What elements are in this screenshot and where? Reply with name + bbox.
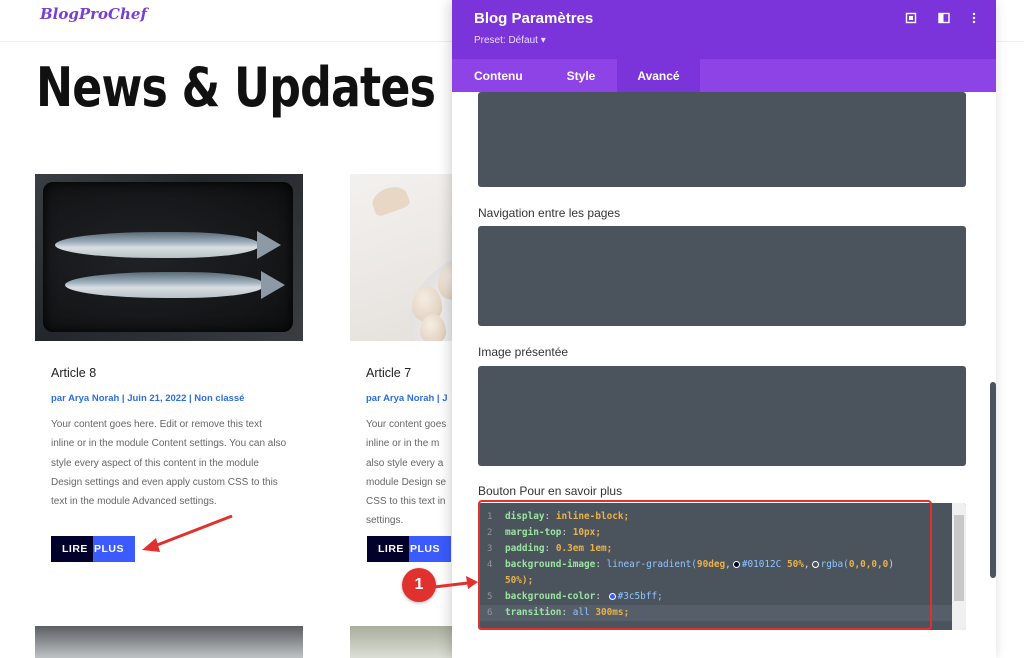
css-value: #01012C [741, 559, 782, 570]
read-more-button[interactable]: LIRE PLUS [367, 536, 451, 562]
field-label: Navigation entre les pages [478, 206, 621, 220]
css-value: 50%); [505, 575, 534, 586]
code-line-active: 6 transition: all 300ms; [478, 605, 956, 621]
css-value: 50% [786, 559, 804, 570]
css-property: background-image [505, 559, 596, 570]
css-function: linear-gradient( [606, 559, 697, 570]
css-property: display [505, 511, 545, 522]
line-number: 2 [487, 528, 493, 538]
css-property: padding [505, 543, 545, 554]
article-card: Article 8 par Arya Norah | Juin 21, 2022… [35, 174, 303, 511]
tab-avance[interactable]: Avancé [617, 59, 700, 92]
image-css-field[interactable] [478, 366, 966, 466]
article-excerpt: Your content goes inline or in the m als… [366, 419, 447, 527]
annotation-arrow-icon [433, 576, 478, 589]
read-more-right: PLUS [409, 536, 451, 562]
panel-content: Navigation entre les pages Image présent… [452, 92, 996, 658]
color-swatch-icon[interactable] [811, 561, 819, 568]
css-punct: ) [888, 559, 894, 570]
page: BlogProChef News & Updates Article 8 par… [0, 0, 1024, 658]
color-swatch-icon[interactable] [732, 561, 740, 568]
article-image[interactable] [35, 626, 303, 658]
color-swatch-icon[interactable] [608, 593, 616, 600]
fish-tail-shape [261, 271, 285, 299]
css-value: #3c5bff; [617, 591, 663, 602]
panel-scrollbar[interactable] [990, 92, 996, 658]
line-number: 4 [487, 560, 493, 570]
css-property: background-color [505, 591, 596, 602]
page-title: News & Updates [36, 56, 436, 119]
fish-shape [65, 272, 265, 298]
read-more-left: LIRE [51, 536, 93, 562]
fullscreen-icon[interactable] [903, 12, 919, 28]
split-view-icon[interactable] [936, 12, 952, 28]
tab-style[interactable]: Style [545, 59, 618, 92]
line-number: 1 [487, 512, 493, 522]
fish-tail-shape [257, 231, 281, 259]
code-scroll-thumb[interactable] [954, 515, 964, 601]
annotation-arrow-icon [142, 514, 233, 552]
article-excerpt: Your content goes here. Edit or remove t… [51, 419, 287, 508]
panel-scroll-thumb[interactable] [990, 382, 996, 578]
panel-tabs: Contenu Style Avancé [452, 59, 996, 92]
css-function: rgba( [820, 559, 849, 570]
eggshell-shape [368, 182, 412, 218]
site-logo[interactable]: BlogProChef [40, 5, 147, 23]
css-keyword: all [572, 607, 590, 618]
css-value: 0,0,0,0 [848, 559, 889, 570]
settings-panel: Blog Paramètres Preset: Défaut ▾ Contenu… [452, 0, 996, 658]
css-value: 90deg [696, 559, 726, 570]
read-more-button[interactable]: LIRE PLUS [51, 536, 135, 562]
css-value: inline-block; [555, 511, 630, 522]
read-more-right: PLUS [93, 536, 135, 562]
article-meta[interactable]: par Arya Norah | Juin 21, 2022 | Non cla… [51, 393, 287, 404]
line-number: 3 [487, 544, 493, 554]
button-css-editor[interactable]: 1 display: inline-block; 2 margin-top: 1… [478, 503, 966, 630]
css-property: margin-top [505, 527, 562, 538]
css-property: transition [505, 607, 562, 618]
navigation-css-field[interactable] [478, 226, 966, 326]
line-number: 5 [487, 592, 493, 602]
preset-dropdown[interactable]: Preset: Défaut ▾ [474, 35, 546, 46]
code-scrollbar[interactable] [952, 503, 966, 630]
fish-shape [55, 232, 260, 258]
tab-contenu[interactable]: Contenu [452, 59, 545, 92]
more-icon[interactable] [966, 12, 982, 28]
article-title[interactable]: Article 8 [51, 366, 287, 380]
field-label: Image présentée [478, 345, 569, 359]
read-more-left: LIRE [367, 536, 409, 562]
panel-title: Blog Paramètres [474, 10, 594, 27]
field-label: Bouton Pour en savoir plus [478, 484, 623, 498]
css-value: 10px; [572, 527, 601, 538]
css-value: 300ms; [595, 607, 630, 618]
panel-header: Blog Paramètres Preset: Défaut ▾ [452, 0, 996, 59]
css-field[interactable] [478, 92, 966, 187]
line-number: 6 [487, 608, 493, 618]
annotation-badge: 1 [402, 568, 436, 602]
css-value: 0.3em 1em; [555, 543, 613, 554]
article-image-fish[interactable] [35, 174, 303, 341]
